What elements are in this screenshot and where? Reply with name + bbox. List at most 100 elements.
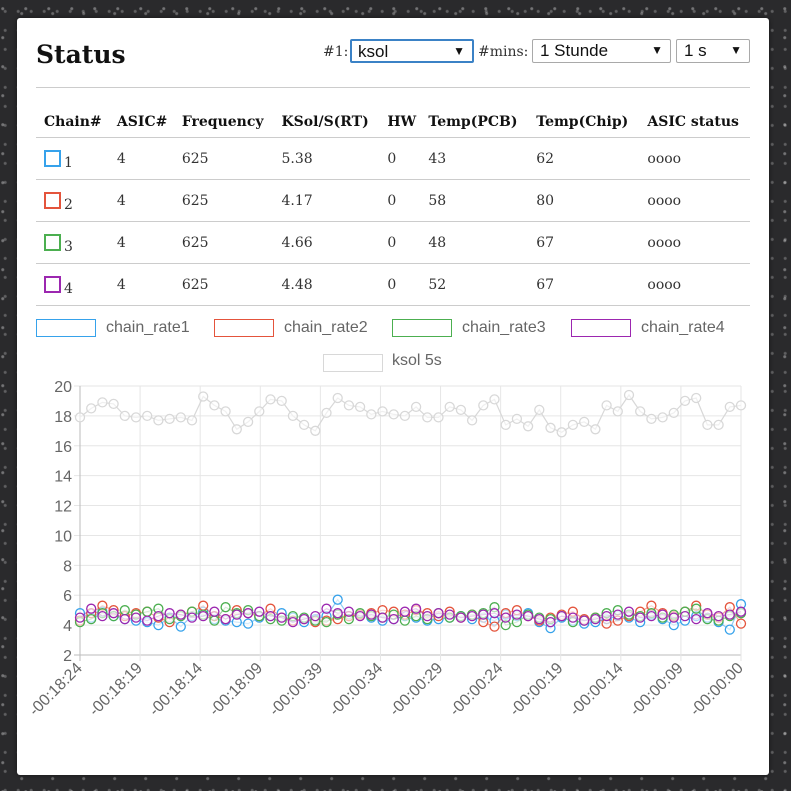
data-point (242, 608, 254, 619)
data-point (388, 613, 399, 625)
data-point (366, 609, 377, 620)
data-point (478, 609, 489, 620)
data-point (209, 615, 220, 626)
data-point (74, 612, 86, 623)
data-point (691, 392, 702, 404)
data-point (388, 409, 399, 420)
data-point (175, 621, 186, 632)
data-point (657, 412, 668, 423)
data-point (500, 612, 511, 623)
data-point (153, 415, 164, 426)
data-point (489, 621, 500, 632)
data-point (310, 425, 321, 436)
data-point (209, 400, 220, 411)
data-point (579, 615, 590, 626)
data-point (702, 608, 713, 619)
data-point (556, 427, 567, 438)
data-point (545, 422, 556, 433)
data-point (198, 610, 209, 622)
data-point (310, 610, 321, 622)
data-point (332, 594, 343, 605)
data-point (713, 419, 724, 431)
data-point (691, 613, 702, 625)
data-point (399, 410, 411, 422)
data-point (444, 609, 455, 620)
data-point (377, 406, 388, 417)
x-tick-label: -00:00:24 (447, 660, 507, 720)
data-point (86, 403, 97, 414)
data-point (601, 610, 612, 622)
data-point (534, 404, 545, 416)
data-point (108, 608, 119, 619)
data-point (646, 610, 657, 622)
data-point (97, 610, 108, 622)
data-point (220, 406, 231, 417)
x-tick-label: -00:00:39 (266, 660, 326, 720)
data-point (433, 412, 444, 423)
data-point (657, 609, 668, 620)
y-tick-label: 10 (54, 528, 72, 545)
data-point (500, 419, 511, 431)
data-point (679, 610, 691, 622)
data-point (702, 419, 713, 431)
data-point (142, 615, 153, 626)
data-point (119, 410, 130, 422)
data-point (119, 605, 130, 616)
y-tick-label: 14 (54, 469, 72, 486)
data-point (410, 603, 422, 614)
data-point (276, 395, 287, 407)
data-point (399, 606, 411, 617)
x-tick-label: -00:00:29 (387, 660, 447, 720)
y-tick-label: 12 (54, 499, 72, 516)
data-point (668, 407, 679, 419)
data-point (522, 610, 534, 622)
data-point (265, 394, 276, 405)
y-tick-label: 6 (63, 588, 72, 605)
x-tick-label: -00:00:34 (326, 660, 386, 720)
data-point (198, 600, 209, 611)
data-point (455, 404, 467, 416)
data-point (153, 610, 164, 622)
data-point (130, 612, 142, 623)
data-point (175, 609, 186, 620)
data-point (635, 406, 646, 417)
data-point (242, 618, 254, 629)
data-point (366, 409, 377, 420)
x-tick-label: -00:18:19 (86, 660, 146, 720)
data-point (489, 394, 500, 405)
x-tick-label: -00:18:14 (146, 660, 206, 720)
data-point (142, 410, 153, 422)
data-point (713, 610, 724, 622)
data-point (287, 616, 299, 628)
data-point (377, 612, 388, 623)
x-tick-label: -00:00:14 (567, 660, 627, 720)
data-point (343, 400, 355, 411)
data-point (466, 610, 478, 622)
data-point (142, 606, 153, 617)
data-point (242, 416, 254, 428)
x-tick-label: -00:00:09 (627, 660, 687, 720)
data-point (209, 606, 220, 617)
data-point (74, 412, 86, 423)
data-point (534, 613, 545, 625)
data-point (231, 424, 242, 435)
data-point (556, 610, 567, 622)
data-point (545, 616, 556, 628)
data-point (354, 610, 366, 622)
data-point (410, 401, 422, 413)
x-tick-label: -00:18:24 (26, 660, 86, 720)
data-point (265, 610, 276, 622)
data-point (590, 424, 601, 435)
data-point (186, 415, 198, 426)
data-point (623, 606, 635, 617)
data-point (254, 406, 265, 417)
data-point (422, 610, 433, 622)
data-point (522, 421, 534, 432)
data-point (579, 416, 590, 428)
data-point (399, 615, 411, 626)
data-point (623, 389, 635, 401)
data-point (198, 391, 209, 402)
data-point (635, 612, 646, 623)
y-tick-label: 18 (54, 409, 72, 426)
data-point (321, 603, 332, 614)
